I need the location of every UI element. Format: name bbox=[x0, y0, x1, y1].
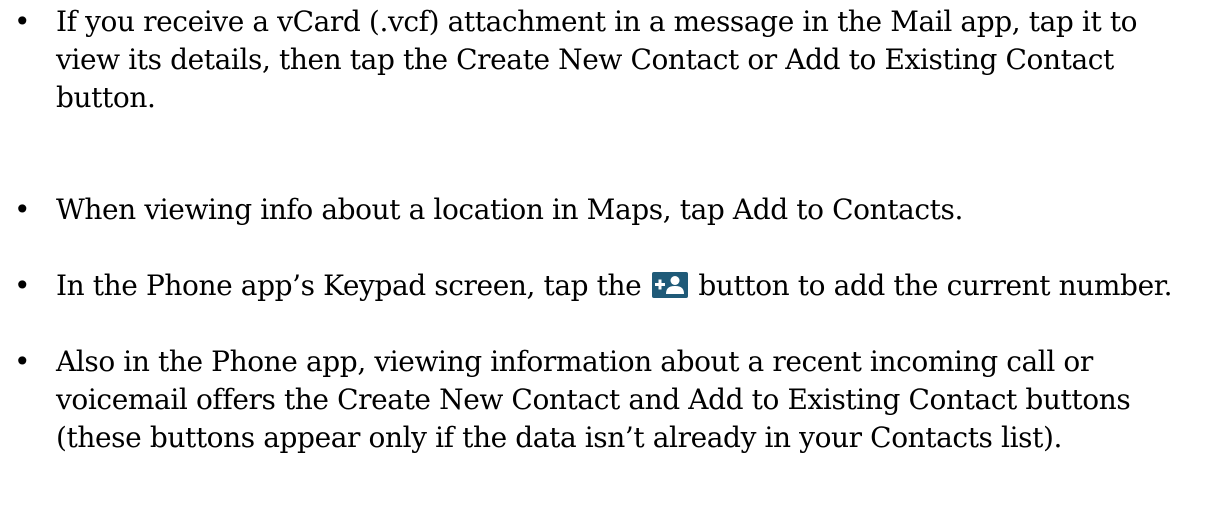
list-item: • When viewing info about a location in … bbox=[14, 191, 1186, 229]
list-item-text: Also in the Phone app, viewing informati… bbox=[56, 345, 1131, 454]
add-contact-icon bbox=[651, 270, 688, 298]
bullet-marker: • bbox=[13, 193, 31, 226]
list-item-text: If you receive a vCard (.vcf) attachment… bbox=[56, 5, 1138, 114]
bullet-marker: • bbox=[13, 345, 31, 378]
list-item-text: When viewing info about a location in Ma… bbox=[56, 193, 963, 226]
bullet-marker: • bbox=[13, 269, 31, 302]
list-item-text-before: In the Phone app’s Keypad screen, tap th… bbox=[56, 269, 650, 302]
list-item: • If you receive a vCard (.vcf) attachme… bbox=[14, 3, 1186, 117]
list-item-text-after: button to add the current number. bbox=[689, 269, 1173, 302]
list-item: • Also in the Phone app, viewing informa… bbox=[14, 343, 1186, 457]
document-page: • If you receive a vCard (.vcf) attachme… bbox=[0, 0, 1206, 529]
list-item: • In the Phone app’s Keypad screen, tap … bbox=[14, 267, 1186, 305]
bullet-marker: • bbox=[13, 5, 31, 38]
